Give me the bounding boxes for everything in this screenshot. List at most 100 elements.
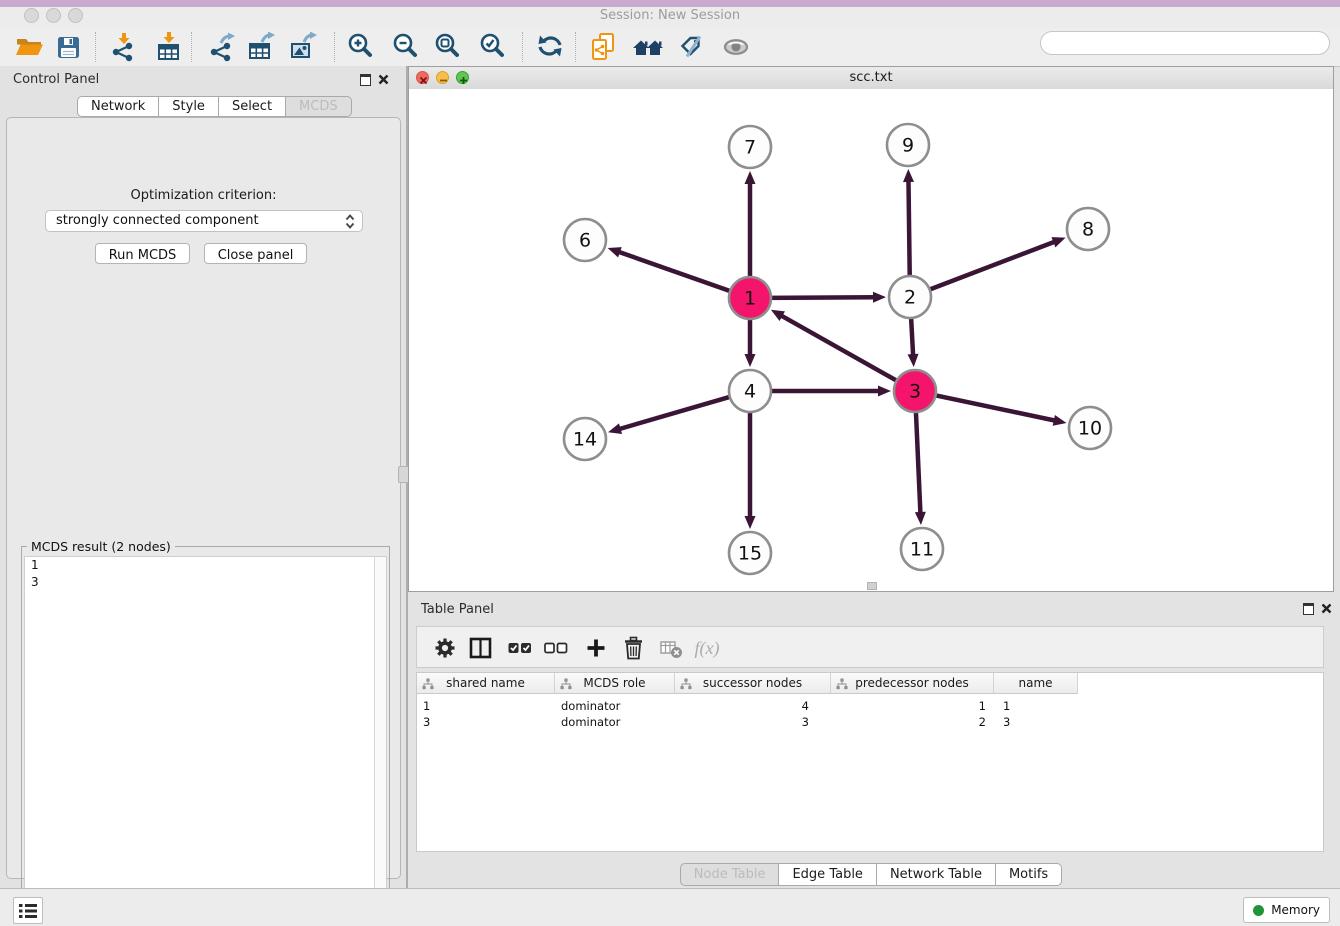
mcds-result-textarea[interactable]: 13	[24, 556, 387, 925]
network-canvas[interactable]: 7 9 6 8 1 2 4 3 14 10 15 11	[409, 89, 1333, 591]
zoom-out-icon[interactable]	[388, 30, 424, 64]
column-header-predecessor-nodes[interactable]: predecessor nodes	[831, 673, 994, 694]
open-session-icon[interactable]	[12, 30, 48, 64]
delete-row-trash-icon[interactable]	[619, 635, 647, 661]
close-panel-button[interactable]: Close panel	[204, 243, 307, 264]
task-history-button[interactable]	[13, 897, 43, 924]
edge-3-1[interactable]	[771, 310, 899, 382]
edge-4-14[interactable]	[608, 396, 732, 434]
import-network-icon[interactable]	[106, 30, 142, 64]
table-cell[interactable]: dominator	[555, 698, 675, 714]
export-network-icon[interactable]	[204, 30, 240, 64]
table-cell[interactable]: 3	[417, 714, 555, 730]
close-panel-icon[interactable]	[378, 74, 389, 85]
svg-text:6: 6	[579, 230, 591, 252]
view-resize-handle[interactable]	[867, 582, 877, 590]
search-input[interactable]	[1040, 31, 1330, 55]
zoom-fit-icon[interactable]	[430, 30, 466, 64]
graph-node-8[interactable]: 8	[1067, 208, 1109, 250]
mcds-result-title: MCDS result (2 nodes)	[27, 539, 175, 554]
open-session-file-icon[interactable]	[586, 30, 622, 64]
tab-style[interactable]: Style	[159, 96, 219, 117]
memory-button[interactable]: Memory	[1243, 897, 1330, 923]
table-cell[interactable]: 4	[675, 698, 831, 714]
select-all-checkboxes-icon[interactable]	[506, 635, 534, 661]
table-header-row: shared nameMCDS rolesuccessor nodesprede…	[417, 673, 1078, 694]
graph-node-2[interactable]: 2	[889, 276, 931, 318]
refresh-icon[interactable]	[533, 30, 569, 64]
table-cell[interactable]: 1	[831, 698, 994, 714]
table-row[interactable]: 3dominator323	[417, 714, 1078, 730]
edge-4-3[interactable]	[769, 386, 891, 397]
table-cell[interactable]: 2	[831, 714, 994, 730]
column-header-MCDS-role[interactable]: MCDS role	[555, 673, 675, 694]
export-table-icon[interactable]	[243, 30, 279, 64]
column-header-name[interactable]: name	[994, 673, 1078, 694]
edge-2-9[interactable]	[903, 169, 914, 278]
run-mcds-button[interactable]: Run MCDS	[95, 243, 190, 264]
table-panel-title: Table Panel	[421, 602, 494, 617]
column-header-shared-name[interactable]: shared name	[417, 673, 555, 694]
float-panel-icon[interactable]	[360, 74, 371, 86]
result-scrollbar[interactable]	[374, 557, 386, 924]
mcds-pane: Optimization criterion: strongly connect…	[6, 117, 401, 879]
graph-node-6[interactable]: 6	[564, 219, 606, 261]
graph-node-14[interactable]: 14	[564, 418, 606, 460]
table-row[interactable]: 1dominator411	[417, 698, 1078, 714]
tab-select[interactable]: Select	[219, 96, 286, 117]
tab-mcds[interactable]: MCDS	[286, 96, 352, 117]
zoom-selected-icon[interactable]	[475, 30, 511, 64]
export-image-icon[interactable]	[285, 30, 321, 64]
edge-2-3[interactable]	[908, 316, 919, 367]
table-tab-node-table[interactable]: Node Table	[680, 863, 780, 886]
deselect-all-checkboxes-icon[interactable]	[542, 635, 570, 661]
table-cell[interactable]: 1	[417, 698, 555, 714]
list-icon	[16, 900, 40, 922]
show-hide-panel-eye-icon[interactable]	[719, 30, 755, 64]
edge-1-7[interactable]	[745, 171, 756, 279]
tab-network[interactable]: Network	[77, 96, 159, 117]
zoom-in-icon[interactable]	[343, 30, 379, 64]
svg-text:4: 4	[744, 381, 756, 403]
graph-node-1[interactable]: 1	[729, 277, 771, 319]
save-session-icon[interactable]	[50, 30, 86, 64]
table-tab-motifs[interactable]: Motifs	[996, 863, 1062, 886]
table-cell[interactable]: dominator	[555, 714, 675, 730]
toolbar-separator	[95, 32, 96, 62]
mcds-result-line: 3	[25, 574, 386, 591]
table-tab-network-table[interactable]: Network Table	[877, 863, 996, 886]
svg-text:1: 1	[744, 288, 756, 310]
memory-status-dot	[1253, 905, 1264, 916]
graph-node-4[interactable]: 4	[729, 370, 771, 412]
graph-node-10[interactable]: 10	[1069, 407, 1111, 449]
edge-2-8[interactable]	[928, 237, 1066, 290]
network-window-titlebar[interactable]: scc.txt	[409, 67, 1333, 90]
graph-node-15[interactable]: 15	[729, 532, 771, 574]
graph-node-9[interactable]: 9	[887, 124, 929, 166]
graph-node-7[interactable]: 7	[729, 126, 771, 168]
float-table-panel-icon[interactable]	[1303, 603, 1314, 615]
hide-graphics-details-icon[interactable]	[674, 30, 710, 64]
edge-4-15[interactable]	[745, 410, 756, 529]
import-table-icon[interactable]	[151, 30, 187, 64]
add-row-icon[interactable]	[582, 635, 610, 661]
edge-3-10[interactable]	[934, 395, 1067, 426]
graph-node-11[interactable]: 11	[901, 528, 943, 570]
edge-1-4[interactable]	[745, 317, 756, 367]
table-settings-gear-icon[interactable]	[431, 635, 459, 661]
show-column-icon[interactable]	[467, 635, 495, 661]
table-tab-edge-table[interactable]: Edge Table	[779, 863, 876, 886]
column-header-successor-nodes[interactable]: successor nodes	[675, 673, 831, 694]
graph-node-3[interactable]: 3	[894, 370, 936, 412]
optimization-criterion-select[interactable]: strongly connected component	[45, 210, 363, 232]
table-cell[interactable]: 3	[994, 714, 1078, 730]
close-table-panel-icon[interactable]	[1321, 603, 1332, 614]
edge-1-2[interactable]	[769, 292, 886, 303]
delete-table-icon[interactable]	[657, 635, 685, 661]
table-cell[interactable]: 3	[675, 714, 831, 730]
edge-3-11[interactable]	[915, 410, 926, 525]
edge-1-6[interactable]	[608, 247, 732, 292]
home-icon[interactable]	[631, 30, 667, 64]
function-builder-icon[interactable]: f(x)	[693, 635, 721, 661]
table-cell[interactable]: 1	[994, 698, 1078, 714]
